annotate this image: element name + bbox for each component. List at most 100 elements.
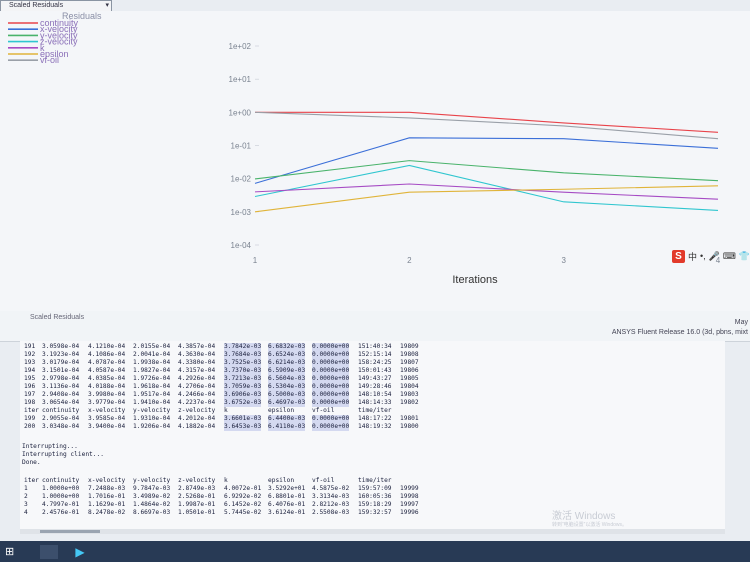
console-cell: 6.9292e-02 <box>224 493 262 500</box>
dropdown-value: Scaled Residuals <box>9 2 64 9</box>
console-row: 195 2.9798e-04 4.0385e-04 1.9726e-04 4.2926e… <box>20 375 725 383</box>
console-cell: 4.1086e-04 <box>88 351 126 358</box>
console-cell: 3.0598e-04 <box>42 343 80 350</box>
console-cell: 3.6124e-01 <box>268 509 306 516</box>
console-cell: 7.2488e-03 <box>88 485 126 492</box>
console-cell: 151:40:34 <box>358 343 392 350</box>
console-cell: 148:10:54 <box>358 391 392 398</box>
console-cell: 19806 <box>400 367 419 374</box>
taskbar-button[interactable] <box>40 545 58 559</box>
console-row: 200 3.0348e-04 3.9400e-04 1.9206e-04 4.1882e… <box>20 423 725 431</box>
console-message: Done. <box>22 459 41 466</box>
console-cell: 0.0000e+00 <box>312 359 350 367</box>
console-cell: z-velocity <box>178 477 216 484</box>
console-cell: epsilon <box>268 407 295 414</box>
console-cell: 6.5909e-03 <box>268 367 306 375</box>
console-cell: 192 <box>24 351 36 358</box>
console-cell: 6.6832e-03 <box>268 343 306 351</box>
y-tick-label: 1e+00 <box>229 108 252 117</box>
console-cell: 0.0000e+00 <box>312 351 350 359</box>
console-cell: 2.9055e-04 <box>42 415 80 422</box>
console-cell: 149:28:46 <box>358 383 392 390</box>
windows-icon[interactable]: ⊞ <box>5 545 27 559</box>
console-cell: 6.4076e-01 <box>268 501 306 508</box>
x-tick-label: 3 <box>561 256 566 265</box>
console-cell: 159:57:09 <box>358 485 392 492</box>
console-cell: 3.0654e-04 <box>42 399 80 406</box>
console-cell: 1.4864e-02 <box>133 501 171 508</box>
console-cell: 4.3630e-04 <box>178 351 216 358</box>
console-cell: y-velocity <box>133 477 171 484</box>
console-cell: 2.8749e-03 <box>178 485 216 492</box>
console-cell: 6.5000e-03 <box>268 391 306 399</box>
console-cell: 4.3380e-04 <box>178 359 216 366</box>
console-cell: 6.6214e-03 <box>268 359 306 367</box>
scrollbar-thumb[interactable] <box>40 530 100 533</box>
console-cell: 19998 <box>400 493 419 500</box>
console-cell: 0.0000e+00 <box>312 383 350 391</box>
series-line-vf-oil <box>254 111 719 140</box>
console-cell: 5.7445e-02 <box>224 509 262 516</box>
console-cell: 6.4110e-03 <box>268 423 306 431</box>
shirt-icon[interactable]: 👕 <box>739 251 750 262</box>
console-row: 2 1.0000e+00 1.7016e-01 3.4989e-02 2.5268e-0… <box>20 493 725 501</box>
console-cell: 4.0385e-04 <box>88 375 126 382</box>
x-axis-label: Iterations <box>452 274 498 286</box>
console-cell: 4.2237e-04 <box>178 399 216 406</box>
console-row: 191 3.0598e-04 4.1210e-04 2.0155e-04 4.3857e… <box>20 343 725 351</box>
console-cell: 19801 <box>400 415 419 422</box>
console-cell: x-velocity <box>88 407 126 414</box>
console-cell: 3.7525e-03 <box>224 359 262 367</box>
sogou-icon[interactable]: S <box>672 249 685 263</box>
series-line-epsilon <box>254 185 719 213</box>
console-cell: 3.0179e-04 <box>42 359 80 366</box>
console-cell: 3.6752e-03 <box>224 399 262 407</box>
ime-toolbar[interactable]: S 中 •, 🎤 ⌨ 👕 <box>672 249 750 263</box>
console-cell: 2.5268e-01 <box>178 493 216 500</box>
console-cell: 1 <box>24 485 28 492</box>
console-cell: 3.9400e-04 <box>88 423 126 430</box>
x-tick-label: 1 <box>253 256 258 265</box>
console-cell: 159:32:57 <box>358 509 392 516</box>
y-tick-label: 1e-01 <box>231 142 252 151</box>
console-cell: vf-oil <box>312 477 335 484</box>
console-cell: k <box>224 477 228 484</box>
console-cell: 2.9798e-04 <box>42 375 80 382</box>
console-cell: 4.5875e-02 <box>312 485 350 492</box>
keyboard-icon[interactable]: ⌨ <box>723 251 736 262</box>
console-cell: 0.0000e+00 <box>312 423 350 431</box>
console-cell: 19809 <box>400 343 419 350</box>
console-cell: 1.9827e-04 <box>133 367 171 374</box>
y-tick-label: 1e+02 <box>229 42 252 51</box>
console-cell: 3.7213e-03 <box>224 375 262 383</box>
console-cell: 148:17:22 <box>358 415 392 422</box>
console-cell: 19807 <box>400 359 419 366</box>
ime-mode-label[interactable]: 中 <box>688 250 697 263</box>
console-cell: 2.4576e-01 <box>42 509 80 516</box>
console-cell: 1.0000e+00 <box>42 485 80 492</box>
console-cell: 1.9938e-04 <box>133 359 171 366</box>
panel-title: Scaled Residuals <box>30 314 85 321</box>
console-cell: 4.7997e-01 <box>42 501 80 508</box>
series-line-y-velocity <box>254 160 719 182</box>
console-scrollbar[interactable] <box>20 529 725 534</box>
microphone-icon[interactable]: 🎤 <box>709 251 720 262</box>
console-output[interactable]: 191 3.0598e-04 4.1210e-04 2.0155e-04 4.3857e… <box>20 341 725 529</box>
console-cell: 150:01:43 <box>358 367 392 374</box>
console-cell: 2.0041e-04 <box>133 351 171 358</box>
console-cell: 3.9585e-04 <box>88 415 126 422</box>
console-cell: 152:15:14 <box>358 351 392 358</box>
console-cell: 195 <box>24 375 36 382</box>
fluent-app-icon[interactable]: ▶ <box>70 545 90 559</box>
console-cell: 4.0787e-04 <box>88 359 126 366</box>
date-label: May <box>734 319 748 326</box>
console-row: 4 2.4576e-01 8.2478e-02 8.6697e-03 1.0501e-0… <box>20 509 725 517</box>
console-cell: 2.8212e-03 <box>312 501 350 508</box>
console-cell: 199 <box>24 415 36 422</box>
console-cell: 3.9779e-04 <box>88 399 126 406</box>
console-cell: 200 <box>24 423 36 430</box>
console-cell: 3.6601e-03 <box>224 415 262 423</box>
series-line-k <box>254 183 719 200</box>
ime-punct[interactable]: •, <box>700 251 706 261</box>
console-cell: 3.1136e-04 <box>42 383 80 390</box>
